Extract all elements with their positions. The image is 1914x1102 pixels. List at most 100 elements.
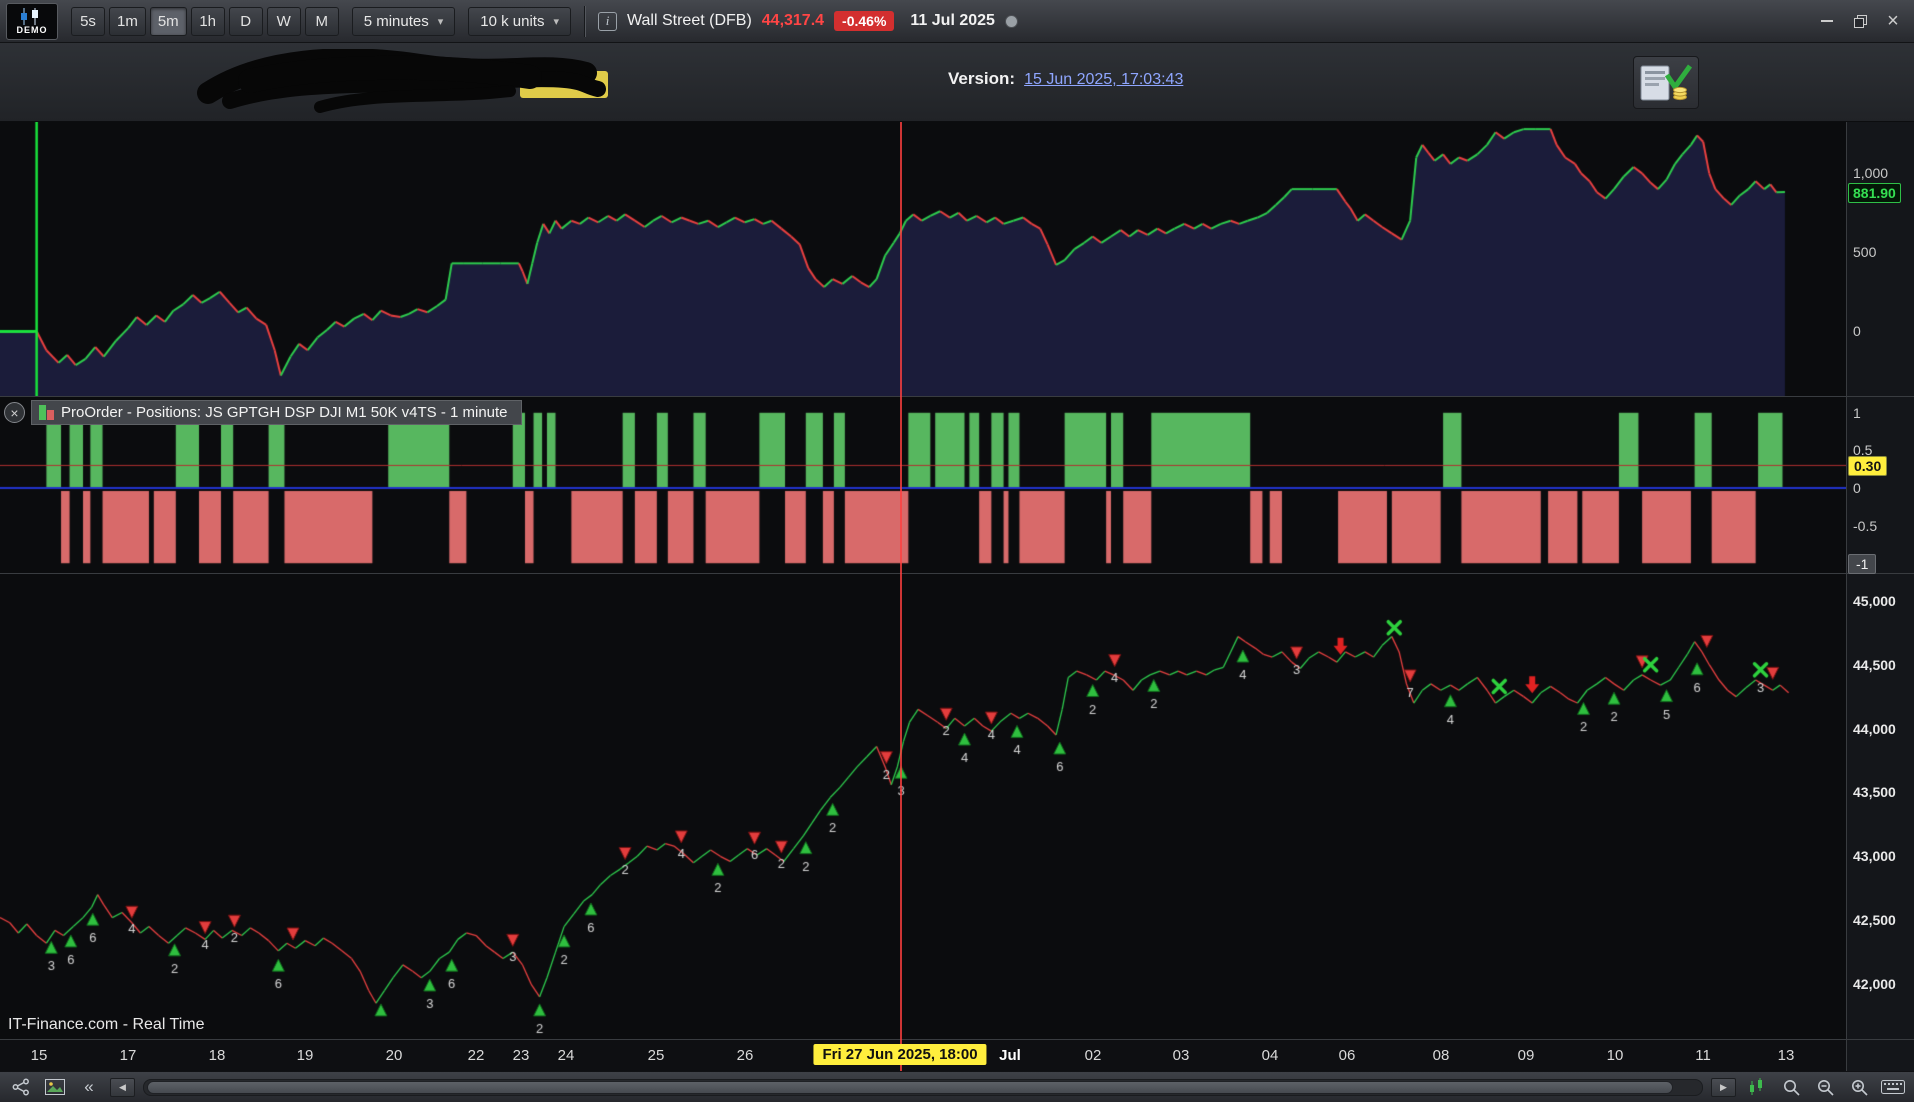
top-toolbar: DEMO 5s 1m 5m 1h D W M 5 minutes ▾ 10 k units …	[0, 0, 1914, 43]
chart-panels: × ProOrder - Positions: JS GPTGH DSP DJI…	[0, 122, 1846, 1071]
axis-tick-label: 0	[1853, 480, 1861, 496]
green-candles-icon	[1750, 1078, 1762, 1095]
x-axis-label: 19	[296, 1047, 314, 1064]
instrument-info: i Wall Street (DFB) 44,317.4 -0.46% 11 J…	[598, 11, 1018, 31]
demo-label: DEMO	[16, 24, 48, 35]
chart-area: × ProOrder - Positions: JS GPTGH DSP DJI…	[0, 122, 1914, 1071]
minimize-button[interactable]	[1812, 9, 1842, 33]
equity-axis: 1,000 500 0 881.90	[1847, 122, 1914, 397]
portfolio-report-icon[interactable]	[1633, 56, 1699, 109]
timeframe-button-5s[interactable]: 5s	[71, 6, 105, 36]
toolbar-separator	[584, 5, 586, 37]
zoom-out-button[interactable]	[1812, 1076, 1838, 1098]
x-axis-label: Jul	[999, 1047, 1021, 1064]
collapse-button[interactable]: «	[76, 1076, 102, 1098]
instrument-name: Wall Street (DFB)	[627, 12, 752, 29]
info-icon[interactable]: i	[598, 11, 618, 31]
axis-tick-label: 1,000	[1853, 165, 1889, 181]
period-dropdown[interactable]: 5 minutes ▾	[351, 6, 456, 36]
positions-indicator-panel: × ProOrder - Positions: JS GPTGH DSP DJI…	[0, 397, 1846, 574]
x-axis-label: 20	[385, 1047, 403, 1064]
current-date: 11 Jul 2025	[910, 12, 995, 29]
x-axis-label: 10	[1606, 1047, 1624, 1064]
chevron-down-icon: ▾	[553, 15, 560, 28]
price-chart-panel: IT-Finance.com - Real Time	[0, 574, 1846, 1040]
zoom-in-icon	[1851, 1079, 1868, 1096]
watermark: IT-Finance.com - Real Time	[8, 1016, 205, 1033]
axis-tick-label: 44,500	[1853, 657, 1896, 673]
keyboard-shortcuts-button[interactable]	[1880, 1076, 1906, 1098]
x-axis-label: 17	[119, 1047, 137, 1064]
timeframe-button-group: 5s 1m 5m 1h D W M	[71, 6, 339, 36]
units-dropdown-value: 10 k units	[480, 12, 545, 30]
zoom-in-button[interactable]	[1846, 1076, 1872, 1098]
close-indicator-button[interactable]: ×	[4, 402, 25, 423]
timeframe-button-1m[interactable]: 1m	[109, 6, 146, 36]
x-axis-label: 13	[1777, 1047, 1795, 1064]
redaction-scribble	[197, 49, 608, 113]
axis-tick-label: 42,500	[1853, 912, 1896, 928]
horizontal-scrollbar[interactable]	[143, 1078, 1703, 1096]
strategy-button[interactable]	[1744, 1076, 1770, 1098]
axis-tick-label: 42,000	[1853, 976, 1896, 992]
axis-corner	[1847, 1040, 1914, 1071]
axis-tick-label: 43,000	[1853, 848, 1896, 864]
price-chart-canvas[interactable]	[0, 574, 1846, 1039]
indicator-label: ProOrder - Positions: JS GPTGH DSP DJI M…	[31, 400, 522, 425]
restore-icon	[1853, 14, 1867, 28]
x-axis-label: 18	[208, 1047, 226, 1064]
indicator-title-strip: × ProOrder - Positions: JS GPTGH DSP DJI…	[4, 400, 522, 425]
timeframe-button-D[interactable]: D	[228, 6, 263, 36]
close-button[interactable]: ×	[1878, 9, 1908, 33]
time-axis: Fri 27 Jun 2025, 18:00 15 17 18 19 20 22 23 24 2…	[0, 1040, 1846, 1071]
scroll-left-button[interactable]: ◀	[110, 1077, 135, 1097]
equity-curve-panel	[0, 122, 1846, 397]
equity-chart-canvas[interactable]	[0, 122, 1846, 396]
crosshair-time-badge: Fri 27 Jun 2025, 18:00	[813, 1044, 987, 1065]
share-button[interactable]	[8, 1076, 34, 1098]
version-link[interactable]: 15 Jun 2025, 17:03:43	[1024, 71, 1183, 89]
x-axis-label: 23	[512, 1047, 530, 1064]
report-check-coins-icon	[1640, 64, 1693, 100]
candlestick-logo-icon	[21, 7, 38, 25]
indicator-title-text: ProOrder - Positions: JS GPTGH DSP DJI M…	[61, 404, 508, 421]
change-percent-badge: -0.46%	[834, 11, 895, 31]
bottom-toolbar: « ◀ ▶	[0, 1071, 1914, 1102]
axis-tick-label: 44,000	[1853, 721, 1896, 737]
x-axis-label: 22	[467, 1047, 485, 1064]
x-axis-label: 08	[1432, 1047, 1450, 1064]
restore-button[interactable]	[1845, 9, 1875, 33]
axis-tick-label: -0.5	[1853, 518, 1878, 534]
window-controls: ×	[1812, 9, 1908, 33]
zoom-select-button[interactable]	[1778, 1076, 1804, 1098]
units-dropdown[interactable]: 10 k units ▾	[468, 6, 572, 36]
scrollbar-thumb[interactable]	[147, 1080, 1673, 1094]
scroll-right-button[interactable]: ▶	[1711, 1077, 1736, 1097]
axis-tick-label: 45,000	[1853, 593, 1896, 609]
x-axis-label: 24	[557, 1047, 575, 1064]
x-axis-label: 04	[1261, 1047, 1279, 1064]
x-axis-label: 09	[1517, 1047, 1535, 1064]
x-axis-label: 06	[1338, 1047, 1356, 1064]
timeframe-button-1h[interactable]: 1h	[190, 6, 225, 36]
demo-logo[interactable]: DEMO	[6, 2, 58, 40]
timeframe-button-W[interactable]: W	[266, 6, 301, 36]
positions-axis: 1 0.5 0 -0.5 -1 0.30	[1847, 397, 1914, 574]
axis-value-badge: -1	[1848, 554, 1877, 574]
zoom-out-icon	[1817, 1079, 1834, 1096]
axis-tick-label: 43,500	[1853, 784, 1896, 800]
positions-indicator-icon	[39, 405, 54, 420]
magnifier-icon	[1783, 1079, 1800, 1096]
axis-value-badge: 881.90	[1848, 183, 1901, 203]
x-axis-label: 03	[1172, 1047, 1190, 1064]
x-axis-label: 25	[647, 1047, 665, 1064]
timeframe-button-5m[interactable]: 5m	[149, 6, 187, 36]
market-status-dot	[1004, 14, 1018, 28]
timeframe-button-M[interactable]: M	[304, 6, 339, 36]
price-axis-column[interactable]: 1,000 500 0 881.90 1 0.5 0 -0.5 -1 0.30 45,000 44…	[1846, 122, 1914, 1071]
version-label: Version:	[948, 69, 1016, 88]
version-row: Version: 15 Jun 2025, 17:03:43	[0, 43, 1914, 122]
image-export-icon	[45, 1079, 65, 1095]
snapshot-button[interactable]	[42, 1076, 68, 1098]
x-axis-label: 15	[30, 1047, 48, 1064]
